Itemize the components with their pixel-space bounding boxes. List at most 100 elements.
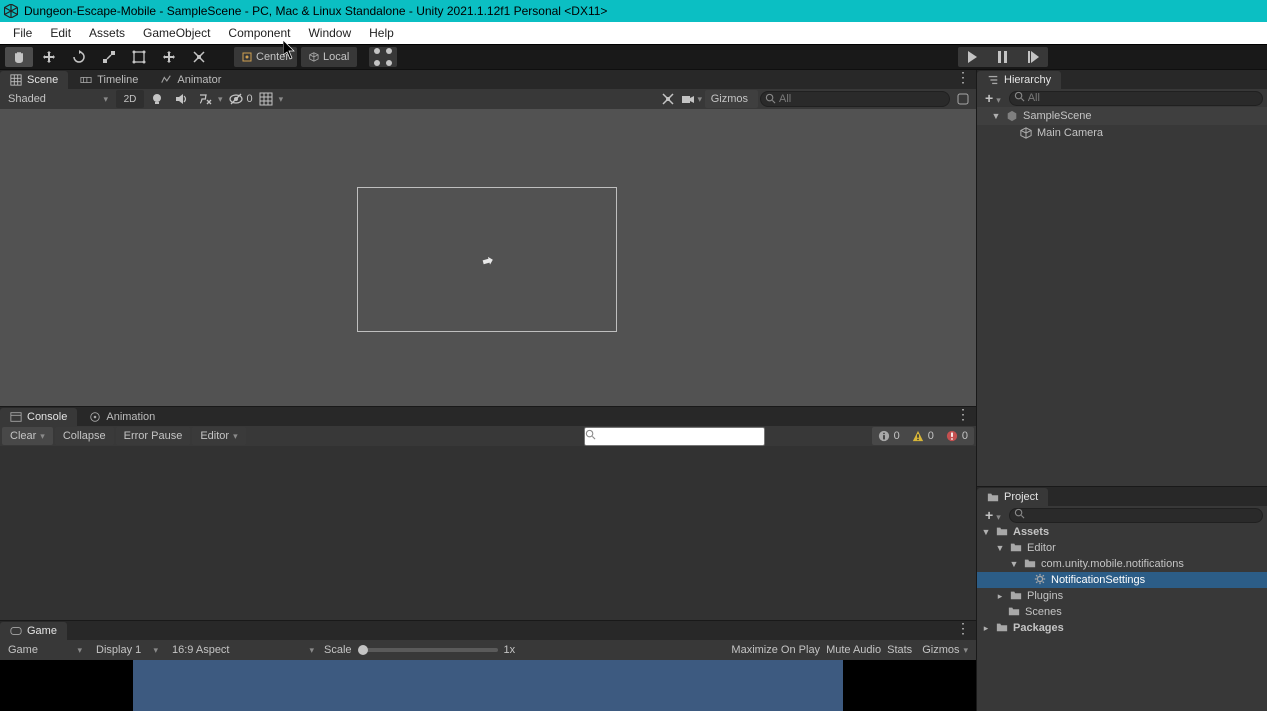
tab-timeline[interactable]: Timeline (70, 71, 148, 89)
console-pane-menu[interactable]: ⋮ (956, 409, 970, 419)
hierarchy-search-input[interactable] (1009, 91, 1263, 106)
assets-label: Assets (1013, 526, 1049, 538)
game-mode-dropdown[interactable]: Game (4, 644, 86, 656)
tool-move[interactable] (35, 47, 63, 67)
local-icon (309, 52, 319, 62)
menu-component[interactable]: Component (219, 26, 299, 40)
project-tab-bar: Project (977, 487, 1267, 506)
console-search-input[interactable] (584, 427, 765, 446)
maximize-on-play-toggle[interactable]: Maximize On Play (731, 644, 820, 656)
tool-hand[interactable] (5, 47, 33, 67)
stats-toggle[interactable]: Stats (887, 644, 912, 656)
game-viewport[interactable] (0, 660, 976, 711)
console-body[interactable] (0, 446, 976, 620)
grid-dropdown-icon[interactable]: ▾ (279, 94, 284, 105)
tab-scene[interactable]: Scene (0, 71, 68, 89)
game-pane-menu[interactable]: ⋮ (956, 623, 970, 633)
draw-mode-dropdown[interactable]: Shaded (2, 90, 114, 108)
console-collapse[interactable]: Collapse (55, 427, 114, 445)
menu-file[interactable]: File (4, 26, 41, 40)
console-error-pause[interactable]: Error Pause (116, 427, 191, 445)
menu-edit[interactable]: Edit (41, 26, 80, 40)
console-warn-toggle[interactable]: 0 (906, 427, 940, 445)
hierarchy-tree[interactable]: ▼ SampleScene Main Camera (977, 107, 1267, 486)
tab-project[interactable]: Project (977, 488, 1048, 506)
tab-animation[interactable]: Animation (79, 408, 165, 426)
project-editor-row[interactable]: ▼ Editor (977, 540, 1267, 556)
scale-slider[interactable] (358, 648, 498, 652)
camera-gizmo-icon[interactable] (482, 255, 494, 265)
tool-rect[interactable] (125, 47, 153, 67)
step-button[interactable] (1018, 47, 1048, 67)
scene-name: SampleScene (1023, 110, 1092, 122)
scene-search-input[interactable] (760, 91, 950, 107)
toggle-hidden[interactable] (225, 90, 247, 108)
search-icon (585, 429, 596, 443)
console-error-toggle[interactable]: 0 (940, 427, 974, 445)
expand-toggle[interactable]: ▼ (991, 111, 1001, 121)
menu-assets[interactable]: Assets (80, 26, 134, 40)
hidden-count: 0 (247, 93, 253, 105)
animation-icon (89, 411, 101, 423)
gizmos-label: Gizmos (711, 93, 748, 105)
tab-hierarchy[interactable]: Hierarchy (977, 71, 1061, 89)
project-assets-row[interactable]: ▼ Assets (977, 524, 1267, 540)
tool-rotate[interactable] (65, 47, 93, 67)
pause-button[interactable] (988, 47, 1018, 67)
scene-viewport[interactable] (0, 109, 976, 406)
scene-pane-menu[interactable]: ⋮ (956, 72, 970, 82)
scene-tools-icon[interactable] (657, 90, 679, 108)
menu-window[interactable]: Window (299, 26, 360, 40)
hierarchy-item[interactable]: Main Camera (977, 125, 1267, 141)
tab-animator[interactable]: Animator (150, 71, 231, 89)
menu-help[interactable]: Help (360, 26, 403, 40)
project-packages-row[interactable]: ▸ Packages (977, 620, 1267, 636)
tab-scene-label: Scene (27, 74, 58, 86)
scene-camera-dropdown[interactable]: ▾ (681, 90, 703, 108)
folder-icon (987, 491, 999, 503)
tool-transform[interactable] (155, 47, 183, 67)
tool-scale[interactable] (95, 47, 123, 67)
toggle-lighting[interactable] (146, 90, 168, 108)
play-button[interactable] (958, 47, 988, 67)
scene-view-toolbar: Shaded 2D ▾ 0 ▾ ▾ Gizmos (0, 89, 976, 109)
hierarchy-scene-row[interactable]: ▼ SampleScene (977, 107, 1267, 125)
tool-custom[interactable] (185, 47, 213, 67)
pivot-mode-toggle[interactable]: Center (234, 47, 297, 67)
expand-toggle[interactable]: ▼ (995, 543, 1005, 553)
project-search-input[interactable] (1009, 508, 1263, 523)
display-dropdown[interactable]: Display 1 (92, 644, 162, 656)
toggle-fx[interactable] (194, 90, 216, 108)
project-scenes-row[interactable]: Scenes (977, 604, 1267, 620)
fx-dropdown-icon[interactable]: ▾ (218, 94, 223, 105)
console-search-wrapper (580, 427, 870, 446)
expand-toggle[interactable]: ▸ (995, 591, 1005, 602)
snap-toggle[interactable] (369, 47, 397, 67)
project-plugins-row[interactable]: ▸ Plugins (977, 588, 1267, 604)
rotation-mode-toggle[interactable]: Local (301, 47, 357, 67)
mute-audio-toggle[interactable]: Mute Audio (826, 644, 881, 656)
project-create-dropdown[interactable]: + (981, 507, 1005, 523)
expand-toggle[interactable]: ▸ (981, 623, 991, 634)
project-notif-settings-row[interactable]: NotificationSettings (977, 572, 1267, 588)
toggle-grid-vis[interactable] (255, 90, 277, 108)
hierarchy-create-dropdown[interactable]: + (981, 90, 1005, 106)
toggle-audio[interactable] (170, 90, 192, 108)
aspect-dropdown[interactable]: 16:9 Aspect (168, 644, 318, 656)
console-clear[interactable]: Clear▾ (2, 427, 53, 445)
game-gizmos-dropdown[interactable]: Gizmos (918, 644, 972, 656)
console-editor-dropdown[interactable]: Editor▾ (192, 427, 245, 445)
menu-gameobject[interactable]: GameObject (134, 26, 219, 40)
slider-knob[interactable] (358, 645, 368, 655)
toggle-2d[interactable]: 2D (116, 90, 144, 108)
tab-console[interactable]: Console (0, 408, 77, 426)
expand-toggle[interactable]: ▼ (1009, 559, 1019, 569)
project-tree[interactable]: ▼ Assets ▼ Editor ▼ com.unity.mobile.not… (977, 524, 1267, 711)
console-info-toggle[interactable]: 0 (872, 427, 906, 445)
tab-game[interactable]: Game (0, 622, 67, 640)
scene-isolate[interactable] (952, 90, 974, 108)
expand-toggle[interactable]: ▼ (981, 527, 991, 537)
project-notif-row[interactable]: ▼ com.unity.mobile.notifications (977, 556, 1267, 572)
gizmos-dropdown[interactable]: Gizmos (705, 90, 758, 108)
game-render (133, 660, 843, 711)
